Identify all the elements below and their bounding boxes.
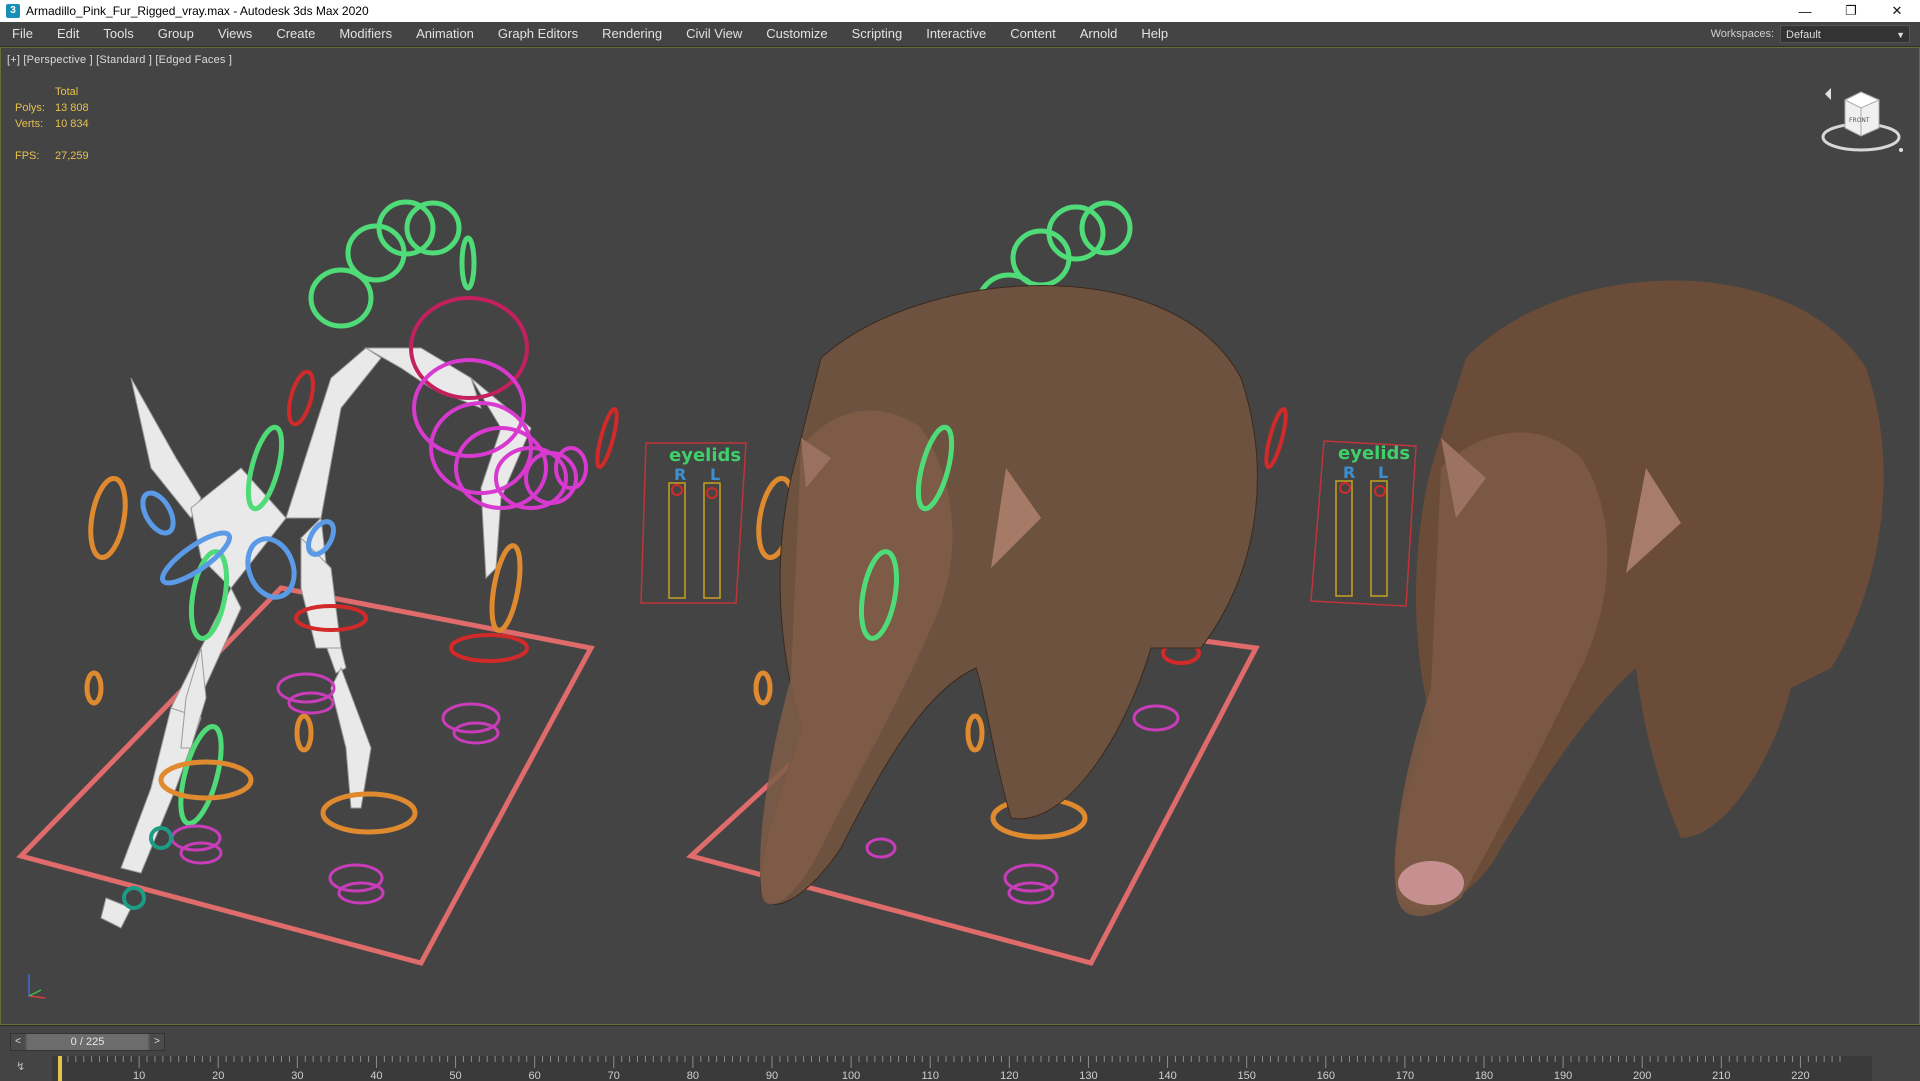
ruler-label: 50 [449,1070,461,1081]
workspace-value: Default [1786,29,1821,41]
menu-scripting[interactable]: Scripting [840,22,915,46]
ruler-label: 100 [842,1070,860,1081]
menu-create[interactable]: Create [264,22,327,46]
current-frame-marker[interactable] [58,1056,62,1081]
ruler-label: 170 [1396,1070,1414,1081]
ruler-label: 200 [1633,1070,1651,1081]
menu-file[interactable]: File [0,22,45,46]
time-slider-thumb[interactable]: 0 / 225 [27,1034,148,1050]
ruler-label: 90 [766,1070,778,1081]
next-frame-button[interactable]: > [150,1034,164,1050]
perspective-viewport[interactable]: eyelids R L eyelids R L [+] [Perspective… [0,47,1920,1025]
eyelid-r-label-2: R [1343,463,1355,482]
verts-value: 10 834 [55,118,89,130]
workspace-dropdown[interactable]: Default ▼ [1780,25,1910,43]
eyelid-l-label-2: L [1378,463,1388,482]
window-title: Armadillo_Pink_Fur_Rigged_vray.max - Aut… [26,4,369,18]
minimize-button[interactable]: — [1782,0,1828,22]
armadillo-wireframe-mesh[interactable] [760,285,1258,905]
time-slider[interactable]: < 0 / 225 > [10,1033,165,1051]
menu-customize[interactable]: Customize [754,22,839,46]
ruler-label: 220 [1791,1070,1809,1081]
polys-value: 13 808 [55,102,89,114]
ruler-label: 30 [291,1070,303,1081]
ruler-label: 180 [1475,1070,1493,1081]
timeline-bar: < 0 / 225 > ↯ 10 20 30 40 50 60 70 80 90 100 110 12… [0,1025,1920,1081]
workspace-selector: Workspaces: Default ▼ [1711,22,1920,46]
title-bar: 3 Armadillo_Pink_Fur_Rigged_vray.max - A… [0,0,1920,22]
menu-bar: File Edit Tools Group Views Create Modif… [0,22,1920,47]
workspace-label: Workspaces: [1710,28,1774,40]
menu-help[interactable]: Help [1129,22,1180,46]
eyelids-label-2: eyelids [1338,443,1410,464]
eyelid-l-label: L [710,465,720,484]
track-bar-icon[interactable]: ↯ [16,1060,25,1073]
ruler-label: 120 [1000,1070,1018,1081]
stats-header: Total [55,86,79,98]
eyelid-r-label: R [674,465,686,484]
verts-label: Verts: [15,118,44,130]
menu-views[interactable]: Views [206,22,264,46]
viewport-label[interactable]: [+] [Perspective ] [Standard ] [Edged Fa… [7,54,232,66]
menu-graph-editors[interactable]: Graph Editors [486,22,590,46]
menu-animation[interactable]: Animation [404,22,486,46]
viewcube-front-label: FRONT [1849,117,1870,124]
ruler-label: 80 [687,1070,699,1081]
viewport-statistics: Total Polys: 13 808 Verts: 10 834 FPS: 27,2… [15,84,89,164]
scene-canvas[interactable]: eyelids R L eyelids R L [1,48,1920,1025]
eyelids-control-panel-left[interactable]: eyelids R L [640,442,747,604]
ruler-label: 190 [1554,1070,1572,1081]
polys-label: Polys: [15,102,45,114]
ruler-label: 110 [921,1070,939,1081]
fps-value: 27,259 [55,150,89,162]
ruler-label: 150 [1237,1070,1255,1081]
menu-arnold[interactable]: Arnold [1068,22,1130,46]
close-button[interactable]: ✕ [1874,0,1920,22]
ruler-label: 10 [133,1070,145,1081]
app-logo-icon: 3 [6,4,20,18]
ruler-label: 60 [529,1070,541,1081]
ruler-label: 70 [608,1070,620,1081]
eyelids-label: eyelids [669,445,741,466]
ruler-label: 140 [1158,1070,1176,1081]
menu-edit[interactable]: Edit [45,22,91,46]
chevron-down-icon: ▼ [1896,30,1905,40]
armadillo-textured-render[interactable] [1394,280,1884,917]
restore-button[interactable]: ❐ [1828,0,1874,22]
menu-interactive[interactable]: Interactive [914,22,998,46]
eyelids-control-panel-right[interactable]: eyelids R L [1310,440,1417,607]
menu-group[interactable]: Group [146,22,206,46]
menu-civil-view[interactable]: Civil View [674,22,754,46]
fps-label: FPS: [15,150,40,162]
ruler-label: 20 [212,1070,224,1081]
prev-frame-button[interactable]: < [11,1034,25,1050]
ruler-label: 210 [1712,1070,1730,1081]
menu-tools[interactable]: Tools [91,22,145,46]
frame-ruler[interactable]: 10 20 30 40 50 60 70 80 90 100 110 120 130 140 150 160 1… [52,1056,1872,1081]
viewcube-icon[interactable]: FRONT [1819,82,1905,156]
menu-modifiers[interactable]: Modifiers [327,22,404,46]
ruler-label: 40 [370,1070,382,1081]
menu-content[interactable]: Content [998,22,1068,46]
axis-tripod-icon [28,974,46,999]
ruler-label: 130 [1079,1070,1097,1081]
menu-rendering[interactable]: Rendering [590,22,674,46]
ruler-label: 160 [1317,1070,1335,1081]
